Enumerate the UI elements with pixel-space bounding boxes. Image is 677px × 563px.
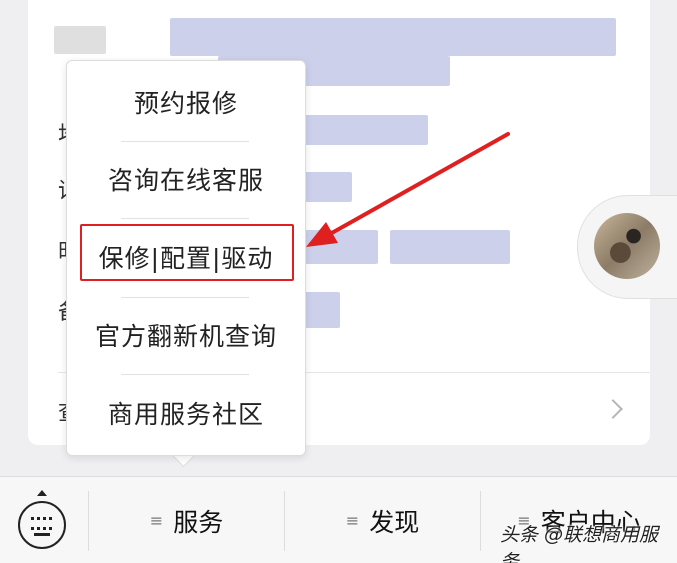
menu-lines-icon: ≡	[345, 511, 360, 530]
tab-discover[interactable]: ≡ 发现	[285, 477, 480, 563]
caret-up-icon	[37, 490, 47, 496]
keyboard-toggle-button[interactable]	[18, 501, 66, 549]
menu-lines-icon: ≡	[149, 511, 164, 530]
app-page: 地 话 时 备 查 预约报修 咨询在线客服 保修|配置|驱动 官方翻新机查询 商…	[0, 0, 677, 563]
tab-service[interactable]: ≡ 服务	[89, 477, 284, 563]
tab-label: 服务	[173, 507, 224, 537]
tab-label: 发现	[369, 507, 420, 537]
keyboard-icon	[31, 517, 53, 533]
watermark: 头条 @联想商用服务	[500, 524, 659, 563]
